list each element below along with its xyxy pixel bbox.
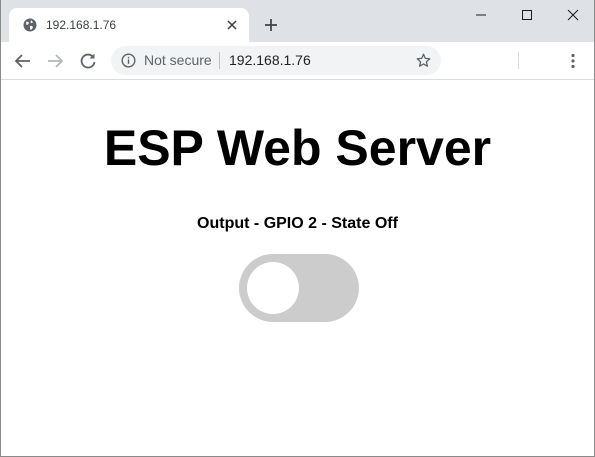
browser-toolbar: Not secure 192.168.1.76 [1,42,594,80]
maximize-icon [522,10,532,20]
url-text[interactable]: 192.168.1.76 [229,53,311,68]
minimize-icon [476,14,486,16]
tab-strip: 192.168.1.76 [1,0,594,42]
tab-title: 192.168.1.76 [46,18,117,32]
omnibox-divider [219,52,220,69]
window-close-button[interactable] [550,0,594,30]
minimize-button[interactable] [458,0,504,30]
security-status-label[interactable]: Not secure [144,53,212,68]
address-bar[interactable]: Not secure 192.168.1.76 [111,46,441,75]
output-state-label: Output - GPIO 2 - State Off [197,215,398,232]
plus-icon[interactable] [263,17,279,33]
maximize-button[interactable] [504,0,550,30]
toolbar-divider [518,52,519,69]
browser-tab[interactable]: 192.168.1.76 [9,8,249,42]
kebab-menu-icon[interactable] [563,51,583,71]
info-icon[interactable] [121,53,136,68]
reload-icon[interactable] [78,51,98,71]
close-icon [567,9,579,21]
page-title: ESP Web Server [103,120,492,176]
arrow-left-icon[interactable] [13,51,33,71]
toggle-knob[interactable] [247,262,299,314]
gpio-toggle-switch[interactable] [239,254,359,322]
arrow-right-icon[interactable] [45,51,65,71]
browser-window: 192.168.1.76 Not secure 192.168.1.76 ESP… [0,0,595,457]
page-content: ESP Web Server Output - GPIO 2 - State O… [1,80,594,456]
globe-icon [23,18,37,32]
star-icon[interactable] [416,53,431,68]
close-icon[interactable] [225,18,239,32]
